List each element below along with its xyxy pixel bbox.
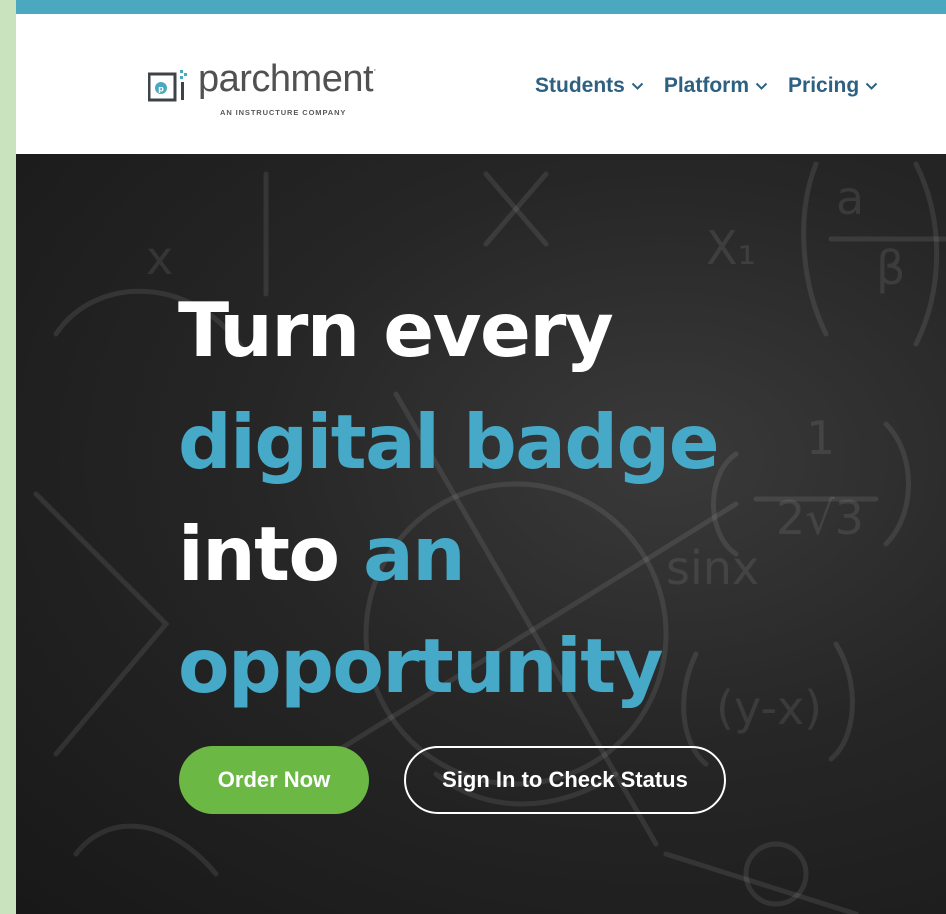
- svg-text:2√3: 2√3: [776, 491, 864, 545]
- nav-students-label: Students: [535, 74, 625, 97]
- headline-line-4: opportunity: [178, 622, 664, 710]
- headline-line-2: digital badge: [178, 398, 720, 486]
- logo-wordmark: parchment·: [198, 58, 377, 100]
- svg-text:x: x: [146, 231, 173, 285]
- parchment-logo[interactable]: p parchment· AN INSTRUCTURE COMPANY: [148, 56, 408, 126]
- headline-line-1: Turn every: [178, 286, 614, 374]
- headline-line-3-blue: an: [363, 510, 466, 598]
- site-header: p parchment· AN INSTRUCTURE COMPANY Stud…: [16, 14, 946, 154]
- logo-tagline: AN INSTRUCTURE COMPANY: [220, 108, 347, 117]
- sign-in-check-status-button[interactable]: Sign In to Check Status: [404, 746, 726, 814]
- main-nav: Students Platform Pricing: [535, 70, 878, 102]
- nav-students[interactable]: Students: [535, 70, 644, 102]
- svg-text:(y-x): (y-x): [716, 681, 822, 735]
- order-now-button[interactable]: Order Now: [179, 746, 369, 814]
- nav-platform[interactable]: Platform: [664, 70, 768, 102]
- top-accent-stripe: [16, 0, 946, 14]
- nav-platform-label: Platform: [663, 74, 750, 97]
- chevron-down-icon: [755, 82, 768, 90]
- page-frame: p parchment· AN INSTRUCTURE COMPANY Stud…: [16, 0, 946, 914]
- svg-text:1: 1: [806, 411, 835, 465]
- svg-text:a: a: [836, 171, 864, 225]
- parchment-logo-icon: p: [148, 70, 187, 102]
- chevron-down-icon: [866, 82, 878, 90]
- nav-pricing-label: Pricing: [788, 74, 860, 97]
- hero-section: X₁ a β 1 2√3 (y-x) sinx x Turn every dig…: [16, 154, 946, 914]
- svg-text:p: p: [158, 85, 164, 94]
- svg-text:X₁: X₁: [706, 221, 756, 275]
- chevron-down-icon: [631, 82, 644, 90]
- hero-headline: Turn every digital badge into an opportu…: [178, 274, 720, 722]
- headline-line-3: into an: [178, 498, 718, 610]
- svg-text:β: β: [876, 241, 905, 295]
- nav-pricing[interactable]: Pricing: [788, 70, 878, 102]
- headline-line-3-white: into: [178, 510, 364, 598]
